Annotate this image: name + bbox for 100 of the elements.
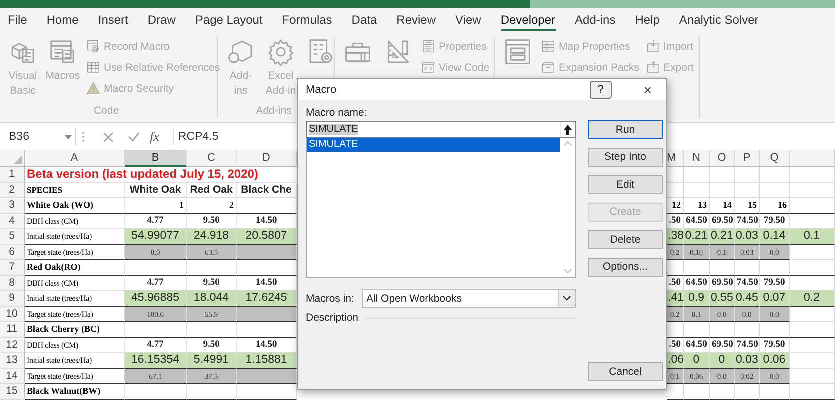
table-cell [790,368,835,384]
list-item[interactable]: SIMULATE [307,138,560,152]
cancel-icon [103,132,114,142]
macro-list[interactable]: SIMULATE [306,138,576,278]
ribbon-tab[interactable]: Add-ins [575,10,616,30]
help-button[interactable]: ? [590,80,612,98]
warning-icon [86,81,101,96]
step-into-button[interactable]: Step Into [588,148,663,166]
row-number[interactable]: 3 [0,198,25,214]
ribbon-tab[interactable]: Draw [148,10,176,30]
ribbon-tab[interactable]: Page Layout [195,10,263,30]
table-cell [237,306,297,322]
table-cell: 0.14 [760,229,790,244]
table-cell: Red Oak(RO) [25,260,125,276]
table-cell [684,384,710,400]
row-number[interactable]: 6 [0,244,25,260]
name-box[interactable]: B36 [6,128,76,146]
close-button[interactable]: × [638,82,658,98]
run-button[interactable]: Run [588,120,663,139]
ribbon-tab[interactable]: Analytic Solver [679,10,759,30]
row-number[interactable]: 2 [0,182,25,198]
code-window-icon [421,60,436,75]
table-cell: 24.918 [187,229,237,244]
table-cell [187,322,237,338]
table-cell: 20.5807 [237,229,297,244]
column-header[interactable]: D [237,150,297,167]
ribbon-tab[interactable]: View [456,10,482,30]
table-cell [760,384,790,400]
ribbon-tab[interactable]: Home [46,10,79,30]
row-number[interactable]: 11 [0,322,25,338]
table-cell: .06 [667,353,684,368]
row-number[interactable]: 15 [0,384,25,400]
table-cell [760,322,790,338]
macros-in-dropdown[interactable]: All Open Workbooks [362,289,576,308]
table-cell [735,260,760,276]
ribbon-tab[interactable]: Review [396,10,436,30]
formula-field[interactable]: RCP4.5 [173,129,223,145]
table-cell: .41 [667,291,684,306]
chevron-down-icon [564,269,572,274]
table-cell: DBH class (CM) [25,338,125,353]
table-cell: 5.4991 [187,353,237,368]
table-icon [541,39,556,54]
table-cell [125,260,187,276]
table-cell [237,244,297,260]
table-cell: DBH class (CM) [25,214,125,229]
table-cell: Black Cherry (BC) [25,322,125,338]
options-button[interactable]: Options... [588,258,663,276]
group-label: Add-ins [256,104,292,118]
table-cell [735,167,760,182]
table-cell [187,384,237,400]
table-cell: .38 [667,229,684,244]
edit-button[interactable]: Edit [588,175,663,194]
delete-button[interactable]: Delete [588,230,663,249]
table-cell: DBH class (CM) [25,276,125,291]
column-header[interactable]: M [667,150,684,167]
import-icon [646,39,661,54]
row-number[interactable]: 9 [0,291,25,306]
row-number[interactable]: 10 [0,306,25,322]
caret-icon [65,134,72,140]
cancel-button[interactable]: Cancel [588,362,663,381]
column-header[interactable]: P [735,150,760,167]
ribbon-tab[interactable]: File [8,10,28,30]
row-number[interactable]: 12 [0,338,25,353]
column-header[interactable]: Q [760,150,790,167]
table-cell: Beta version (last updated July 15, 2020) [25,167,297,182]
row-number[interactable]: 14 [0,368,25,384]
table-cell: 0.2 [790,291,835,306]
table-cell: Red Oak [187,182,237,198]
table-cell: 0 [684,353,710,368]
properties-icon [421,39,436,54]
column-header[interactable]: N [684,150,710,167]
table-cell: 15 [735,198,760,214]
row-number[interactable]: 4 [0,214,25,229]
row-number[interactable]: 8 [0,276,25,291]
column-header[interactable]: A [25,150,125,167]
table-cell [237,384,297,400]
ribbon-tab[interactable]: Insert [98,10,128,30]
row-number[interactable]: 7 [0,260,25,276]
column-header[interactable]: B [125,150,187,167]
column-header[interactable] [790,150,835,167]
table-cell: 14 [710,198,735,214]
check-icon [128,132,140,142]
ribbon-tab[interactable]: Data [352,10,378,30]
ribbon-tab[interactable]: Formulas [282,10,332,30]
row-number[interactable]: 5 [0,229,25,244]
table-cell: 0.45 [735,291,760,306]
ribbon-tab[interactable]: Help [635,10,660,30]
list-gear-icon [307,38,335,66]
row-number[interactable]: 13 [0,353,25,368]
table-cell: 54.99077 [125,229,187,244]
table-cell [710,260,735,276]
column-header[interactable]: O [710,150,735,167]
group-label: Code [94,104,120,118]
sheet-list-icon [49,38,77,66]
table-cell [735,322,760,338]
column-header[interactable]: C [187,150,237,167]
table-cell: 17.6245 [237,291,297,306]
table-cell: White Oak (WO) [25,198,125,214]
row-number[interactable]: 1 [0,167,25,182]
hexagon-icon [227,38,255,66]
